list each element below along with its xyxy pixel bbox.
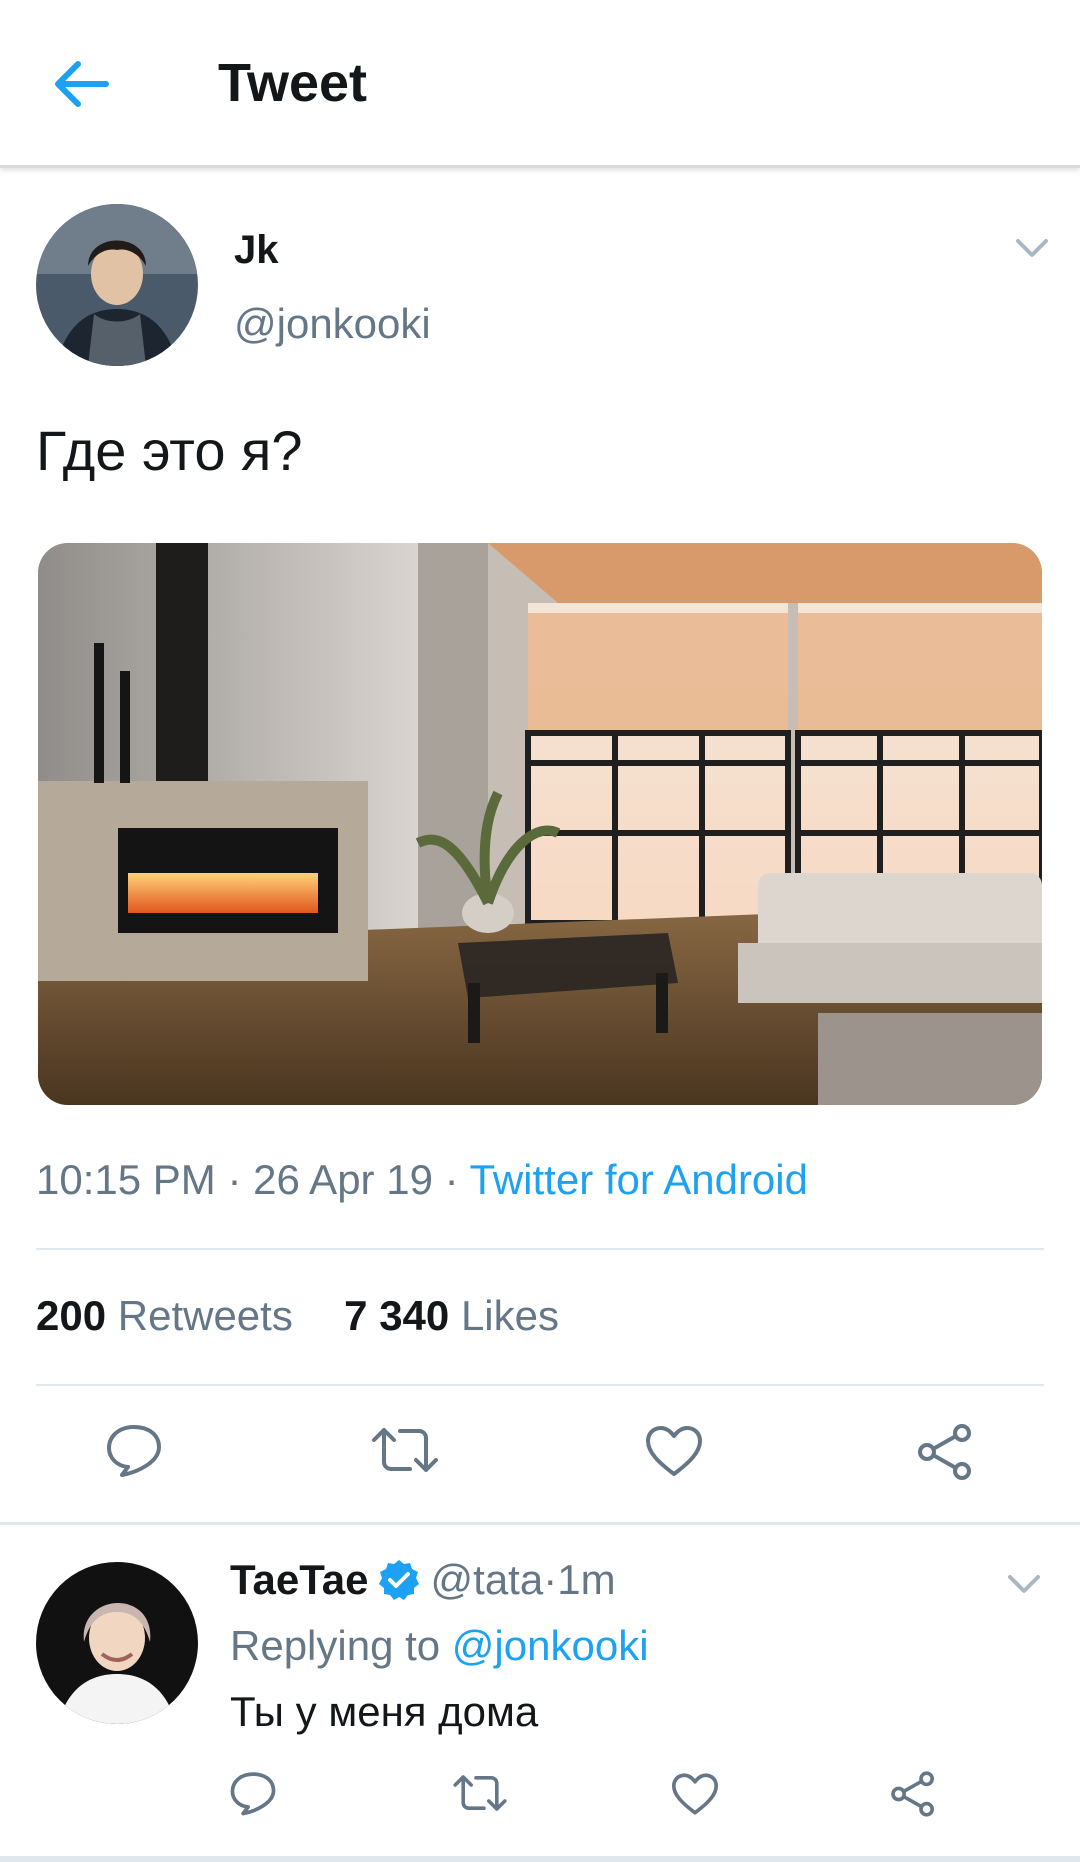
likes-count: 7 340 [344,1292,450,1339]
retweets-stat[interactable]: 200 Retweets [36,1292,293,1339]
replying-prefix: Replying to [230,1622,452,1669]
share-button[interactable] [914,1422,976,1487]
meta-separator: · [215,1156,254,1203]
likes-stat[interactable]: 7 340 Likes [344,1292,559,1339]
bottom-divider [0,1856,1080,1862]
chevron-down-icon [1008,1575,1040,1593]
retweet-icon [372,1428,438,1472]
arrow-left-icon [55,61,109,107]
replying-to-mention[interactable]: @jonkooki [452,1622,649,1669]
tweet-menu-button[interactable] [1014,236,1050,260]
reply-author-name[interactable]: TaeTae [230,1556,369,1604]
retweet-button[interactable] [370,1424,440,1481]
like-icon [646,1426,702,1476]
reply-share-button[interactable] [888,1770,938,1823]
author-handle[interactable]: @jonkooki [234,300,431,348]
likes-label: Likes [460,1292,560,1339]
reply-text: Ты у меня дома [230,1688,539,1735]
like-button[interactable] [644,1424,704,1483]
retweet-icon [453,1775,507,1811]
like-icon [671,1773,719,1815]
reply-author-avatar[interactable] [36,1562,198,1724]
meta-separator: · [543,1556,558,1603]
share-icon [891,1771,934,1817]
share-icon [918,1424,971,1480]
chevron-down-icon [1016,239,1048,257]
replying-to-line: Replying to @jonkooki [230,1622,649,1670]
author-avatar[interactable] [36,204,198,366]
reply-author-handle[interactable]: @tata [431,1556,544,1604]
tweet-media-image[interactable] [38,543,1042,1105]
author-name[interactable]: Jk [234,228,279,273]
section-divider [0,1522,1080,1525]
reply-button[interactable] [104,1422,164,1483]
top-app-bar: Tweet [0,0,1080,168]
retweets-count: 200 [36,1292,107,1339]
tweet-time: 10:15 PM [36,1156,216,1203]
tweet-text: Где это я? [36,419,303,482]
page-title: Tweet [218,53,368,113]
meta-separator: · [432,1156,470,1203]
reply-time: 1m [557,1556,616,1603]
reply-icon [230,1772,276,1816]
verified-badge-icon [377,1558,421,1602]
reply-icon [107,1425,161,1477]
reply-menu-button[interactable] [1006,1572,1042,1596]
reply-reply-button[interactable] [228,1770,278,1821]
tweet-date: 26 Apr 19 [253,1156,433,1203]
tweet-timestamp-line: 10:15 PM · 26 Apr 19 · Twitter for Andro… [36,1156,808,1204]
divider [36,1384,1044,1386]
divider [36,1248,1044,1250]
reply-header: TaeTae @tata · 1m [230,1556,616,1604]
reply-like-button[interactable] [670,1772,720,1821]
back-button[interactable] [52,58,112,110]
tweet-stats: 200 Retweets 7 340 Likes [36,1292,559,1340]
reply-retweet-button[interactable] [452,1772,508,1819]
retweets-label: Retweets [117,1292,293,1339]
tweet-source-link[interactable]: Twitter for Android [470,1156,808,1203]
